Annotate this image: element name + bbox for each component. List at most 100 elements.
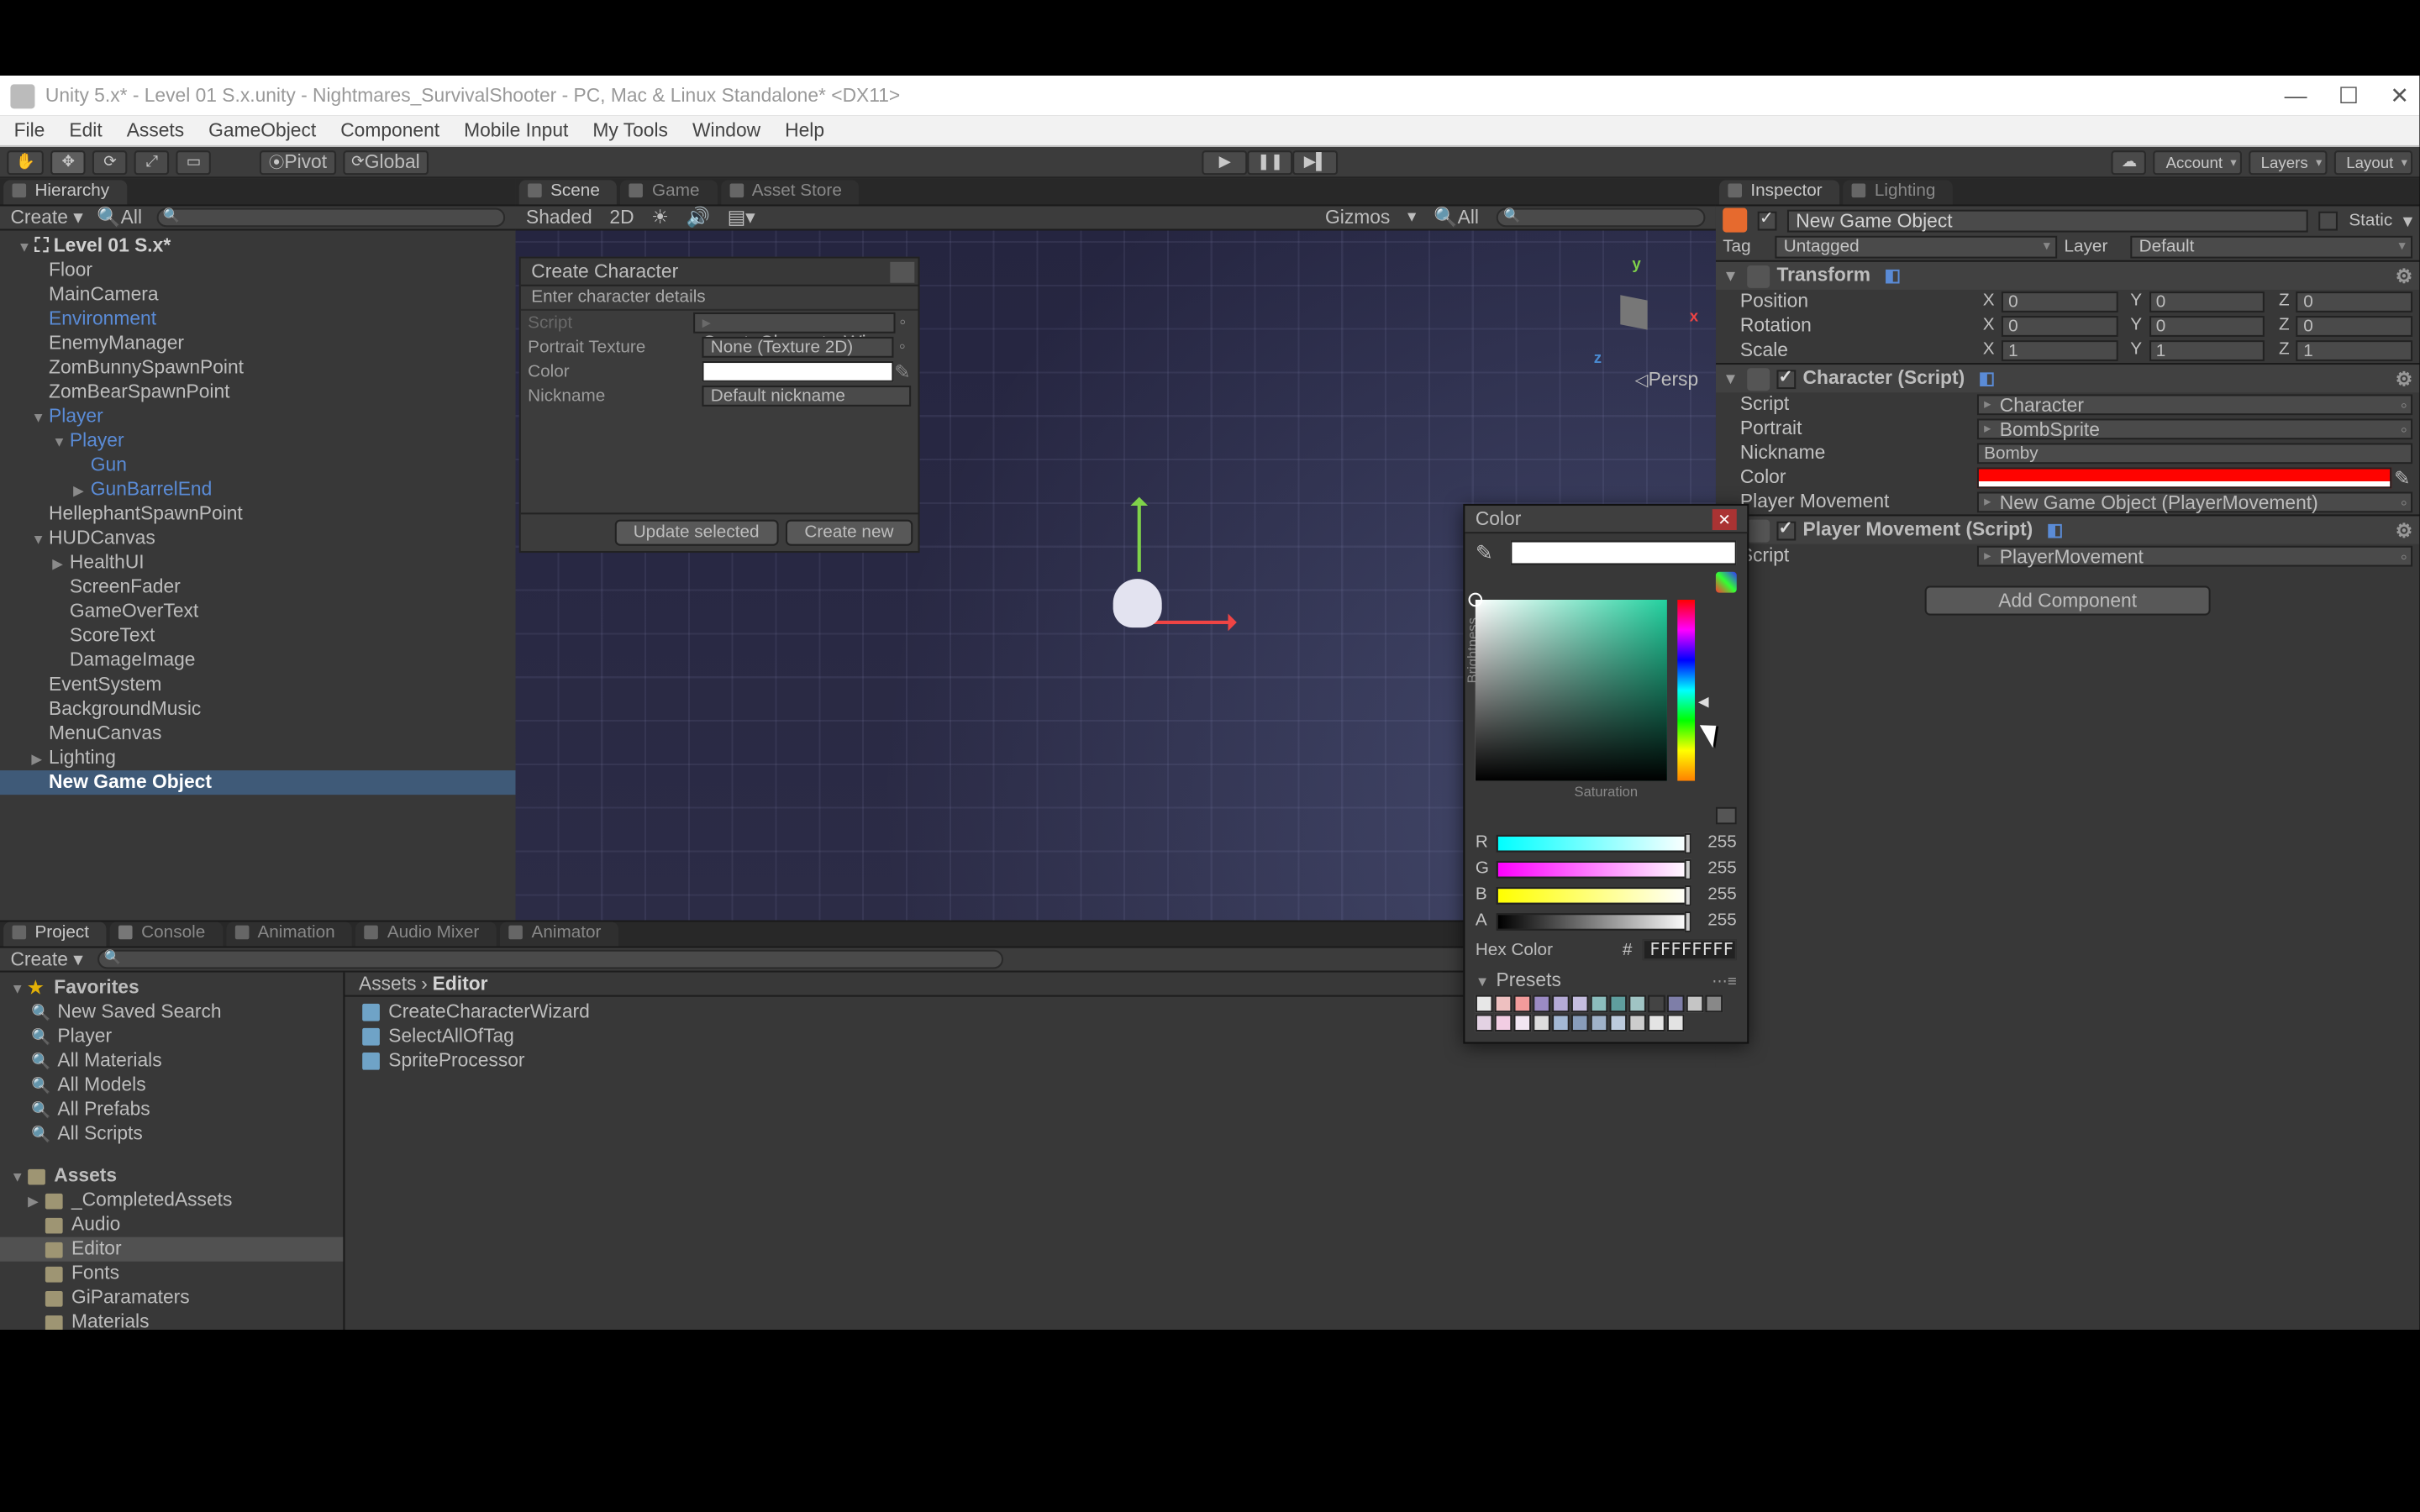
hierarchy-item[interactable]: EventSystem [0, 673, 516, 697]
preset-swatch[interactable] [1571, 995, 1589, 1013]
nickname-input[interactable]: Bomby [1977, 443, 2412, 464]
x-input[interactable]: 0 [2002, 291, 2118, 312]
preset-swatch[interactable] [1609, 1014, 1627, 1032]
gizmo-x-axis-icon[interactable]: x [1690, 307, 1698, 325]
tab-assetstore[interactable]: Asset Store [720, 180, 859, 204]
object-picker-icon[interactable]: ◦ [893, 337, 911, 358]
global-toggle[interactable]: ⟳ Global [343, 150, 429, 174]
tab-scene[interactable]: Scene [519, 180, 618, 204]
saved-search-item[interactable]: 🔍All Prefabs [0, 1098, 343, 1122]
static-checkbox[interactable] [2319, 211, 2338, 230]
render-mode-dropdown[interactable]: Shaded [526, 207, 592, 228]
x-input[interactable]: 0 [2002, 316, 2118, 337]
project-folder[interactable]: ▶_CompletedAssets [0, 1189, 343, 1213]
hierarchy-item[interactable]: MenuCanvas [0, 722, 516, 746]
help-icon[interactable]: ◧ [1979, 369, 1996, 388]
color-field[interactable] [1977, 467, 2391, 488]
window-close-button[interactable]: ✕ [2390, 81, 2409, 109]
orientation-gizmo[interactable]: y x z [1587, 265, 1685, 363]
gizmo-z-axis-icon[interactable]: z [1594, 349, 1602, 366]
assets-root[interactable]: ▼Assets [0, 1164, 343, 1189]
layout-dropdown[interactable]: Layout [2334, 150, 2412, 174]
hierarchy-item[interactable]: ▶HealthUI [0, 551, 516, 575]
preset-swatch[interactable] [1667, 1014, 1685, 1032]
channel-value[interactable]: 255 [1698, 833, 1737, 853]
gameobject-active-checkbox[interactable] [1758, 211, 1777, 230]
tab-animator[interactable]: Animator [500, 921, 618, 946]
channel-value[interactable]: 255 [1698, 885, 1737, 905]
menu-gameobject[interactable]: GameObject [208, 120, 316, 141]
preset-swatch[interactable] [1476, 1014, 1493, 1032]
channel-value[interactable]: 255 [1698, 911, 1737, 931]
wizard-portrait-field[interactable]: None (Texture 2D) [702, 337, 893, 358]
eyedropper-icon[interactable]: ✎ [2391, 466, 2412, 489]
portrait-slot[interactable]: BombSprite◦ [1977, 418, 2412, 439]
saved-search-item[interactable]: 🔍New Saved Search [0, 1000, 343, 1025]
tab-animation[interactable]: Animation [226, 921, 352, 946]
y-input[interactable]: 1 [2149, 340, 2265, 361]
foldout-icon[interactable]: ▼ [1723, 267, 1740, 285]
y-input[interactable]: 0 [2149, 316, 2265, 337]
hierarchy-item[interactable]: GameOverText [0, 600, 516, 624]
channel-slider[interactable] [1497, 912, 1691, 930]
wizard-nickname-input[interactable]: Default nickname [702, 386, 911, 407]
menu-mobileinput[interactable]: Mobile Input [464, 120, 568, 141]
help-icon[interactable]: ◧ [1885, 266, 1902, 286]
hierarchy-item[interactable]: ▶Lighting [0, 746, 516, 770]
playermovement-slot[interactable]: New Game Object (PlayerMovement)◦ [1977, 491, 2412, 512]
preset-swatch[interactable] [1495, 1014, 1512, 1032]
window-maximize-button[interactable]: ☐ [2338, 81, 2359, 109]
gizmos-dropdown[interactable]: Gizmos [1325, 207, 1390, 228]
saved-search-item[interactable]: 🔍All Models [0, 1074, 343, 1098]
menu-edit[interactable]: Edit [69, 120, 102, 141]
channel-slider[interactable] [1497, 886, 1691, 904]
foldout-icon[interactable]: ▼ [1723, 370, 1740, 387]
eyedropper-icon[interactable]: ✎ [893, 360, 911, 383]
hierarchy-item[interactable]: ▶GunBarrelEnd [0, 478, 516, 502]
z-input[interactable]: 1 [2296, 340, 2412, 361]
gameobject-icon[interactable] [1723, 208, 1747, 233]
wizard-close-button[interactable] [890, 261, 914, 282]
saved-search-item[interactable]: 🔍All Scripts [0, 1122, 343, 1147]
settings-icon[interactable]: ⚙ [2396, 519, 2412, 542]
project-folder[interactable]: Audio [0, 1213, 343, 1237]
preset-swatch[interactable] [1648, 1014, 1665, 1032]
help-icon[interactable]: ◧ [2047, 521, 2064, 540]
saved-search-item[interactable]: 🔍Player [0, 1025, 343, 1049]
hierarchy-item[interactable]: MainCamera [0, 283, 516, 307]
hierarchy-item[interactable]: ZomBunnySpawnPoint [0, 356, 516, 381]
tab-inspector[interactable]: Inspector [1719, 180, 1839, 204]
preset-swatch[interactable] [1628, 995, 1646, 1013]
z-input[interactable]: 0 [2296, 316, 2412, 337]
hierarchy-item[interactable]: DamageImage [0, 648, 516, 673]
preset-swatch[interactable] [1513, 1014, 1531, 1032]
transform-gizmo[interactable] [1089, 572, 1193, 676]
x-input[interactable]: 1 [2002, 340, 2118, 361]
preset-swatch[interactable] [1591, 995, 1608, 1013]
tab-hierarchy[interactable]: Hierarchy [3, 180, 127, 204]
preset-swatch[interactable] [1648, 995, 1665, 1013]
pause-button[interactable]: ❚❚ [1248, 150, 1293, 174]
project-folder[interactable]: Editor [0, 1237, 343, 1262]
move-y-handle-icon[interactable] [1138, 499, 1141, 572]
wizard-create-button[interactable]: Create new [786, 520, 913, 546]
scene-audio-toggle[interactable]: 🔊 [687, 206, 710, 228]
scene-search-input[interactable] [1497, 208, 1706, 228]
layer-dropdown[interactable]: Default [2130, 236, 2412, 259]
color-mode-icon[interactable] [1716, 572, 1737, 593]
hierarchy-item[interactable]: EnemyManager [0, 332, 516, 356]
settings-icon[interactable]: ⚙ [2396, 367, 2412, 390]
menu-help[interactable]: Help [785, 120, 824, 141]
hierarchy-item[interactable]: ▼Player [0, 429, 516, 454]
hierarchy-item[interactable]: Gun [0, 454, 516, 478]
eyedropper-icon[interactable]: ✎ [1476, 540, 1500, 564]
preset-swatch[interactable] [1533, 1014, 1550, 1032]
tool-scale-button[interactable]: ⤢ [134, 150, 169, 174]
preset-swatch[interactable] [1495, 995, 1512, 1013]
menu-window[interactable]: Window [692, 120, 760, 141]
preset-swatch[interactable] [1705, 995, 1723, 1013]
project-file[interactable]: SpriteProcessor [345, 1049, 1715, 1074]
tool-hand-button[interactable]: ✋ [7, 150, 44, 174]
channel-slider[interactable] [1497, 834, 1691, 852]
hue-slider[interactable] [1677, 600, 1695, 781]
